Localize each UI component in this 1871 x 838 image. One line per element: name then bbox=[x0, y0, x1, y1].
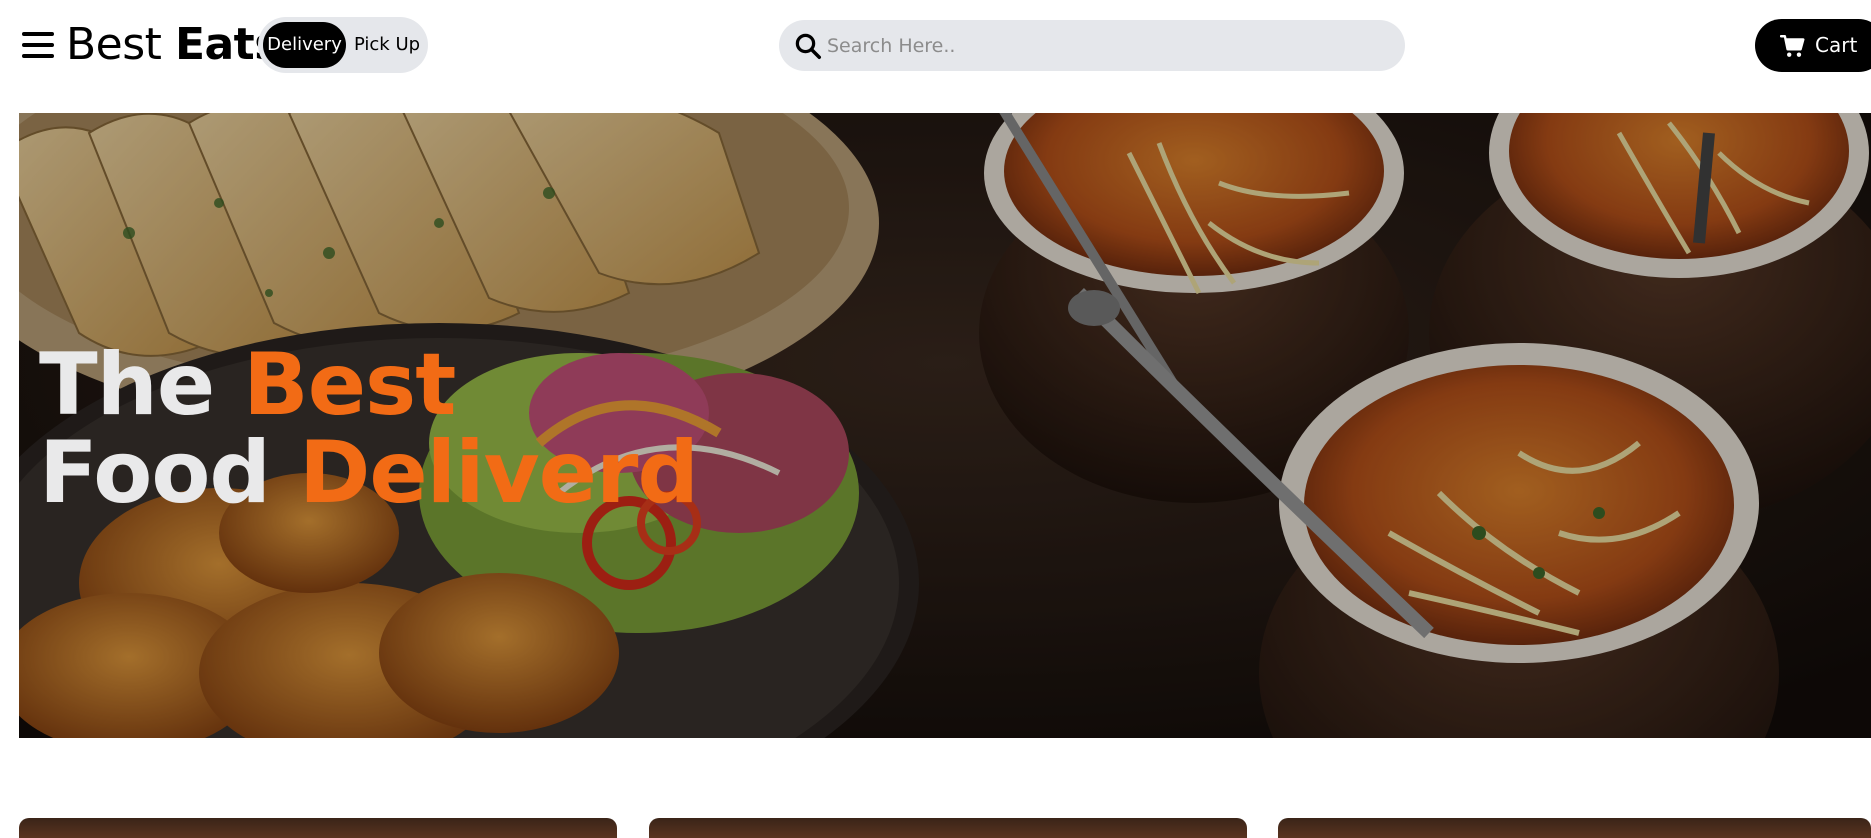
menu-icon[interactable] bbox=[19, 27, 54, 63]
hero-line1-accent: Best bbox=[243, 335, 456, 435]
logo-word-light: Best bbox=[66, 19, 162, 70]
food-card[interactable] bbox=[1278, 818, 1871, 838]
food-card[interactable] bbox=[19, 818, 617, 838]
order-mode-toggle: Delivery Pick Up bbox=[258, 17, 428, 73]
hero-line2-plain: Food bbox=[39, 423, 271, 523]
cart-button[interactable]: Cart bbox=[1755, 19, 1871, 72]
search-input[interactable] bbox=[827, 20, 1387, 71]
menu-bar bbox=[22, 43, 54, 47]
hero-banner: The Best Food Deliverd bbox=[19, 113, 1871, 738]
cart-icon bbox=[1780, 35, 1805, 57]
pickup-toggle-button[interactable]: Pick Up bbox=[350, 22, 424, 68]
food-card[interactable] bbox=[649, 818, 1247, 838]
top-nav: Best Eats Delivery Pick Up Cart bbox=[0, 0, 1871, 90]
search-icon[interactable] bbox=[793, 31, 823, 61]
hero-heading: The Best Food Deliverd bbox=[39, 341, 699, 517]
hero-line1-plain: The bbox=[39, 335, 215, 435]
brand-logo[interactable]: Best Eats bbox=[66, 20, 280, 70]
cart-label: Cart bbox=[1815, 33, 1858, 57]
menu-bar bbox=[22, 54, 54, 58]
search-bar bbox=[779, 20, 1405, 71]
delivery-toggle-button[interactable]: Delivery bbox=[263, 22, 346, 68]
hero-line2-accent: Deliverd bbox=[298, 423, 699, 523]
menu-bar bbox=[22, 32, 54, 36]
